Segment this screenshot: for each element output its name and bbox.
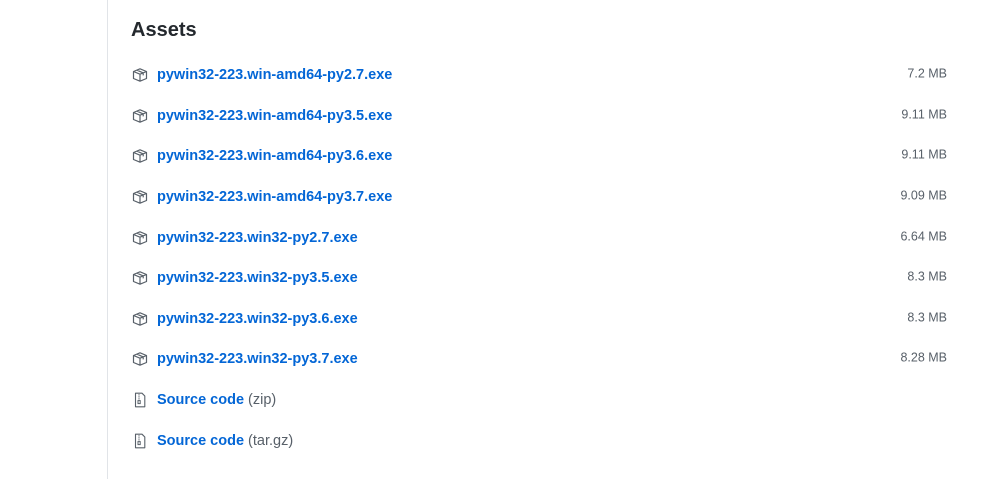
timeline-divider [107, 0, 108, 479]
asset-item: pywin32-223.win-amd64-py2.7.exe 7.2 MB [131, 55, 949, 96]
asset-size: 8.28 MB [900, 350, 947, 365]
package-icon [131, 107, 149, 125]
release-page: Assets pywin32-223.win-amd64-py2.7.exe 7… [0, 0, 1007, 479]
package-icon [131, 147, 149, 165]
asset-item: pywin32-223.win-amd64-py3.7.exe 9.09 MB [131, 177, 949, 218]
package-icon [131, 66, 149, 84]
asset-size: 9.09 MB [900, 188, 947, 203]
asset-size: 9.11 MB [901, 147, 947, 162]
asset-item: pywin32-223.win32-py2.7.exe 6.64 MB [131, 217, 949, 258]
asset-item: pywin32-223.win32-py3.5.exe 8.3 MB [131, 258, 949, 299]
asset-download-link[interactable]: pywin32-223.win-amd64-py3.7.exe [157, 189, 392, 205]
asset-item: pywin32-223.win32-py3.6.exe 8.3 MB [131, 299, 949, 340]
asset-size: 6.64 MB [900, 228, 947, 243]
asset-size: 7.2 MB [907, 66, 947, 81]
asset-list: pywin32-223.win-amd64-py2.7.exe 7.2 MB p… [131, 55, 949, 461]
asset-item: pywin32-223.win-amd64-py3.5.exe 9.11 MB [131, 96, 949, 137]
assets-heading: Assets [131, 19, 197, 41]
package-icon [131, 350, 149, 368]
asset-size: 8.3 MB [907, 310, 947, 325]
file-zip-icon [131, 432, 149, 450]
asset-item: pywin32-223.win32-py3.7.exe 8.28 MB [131, 339, 949, 380]
asset-item: pywin32-223.win-amd64-py3.6.exe 9.11 MB [131, 136, 949, 177]
package-icon [131, 188, 149, 206]
package-icon [131, 310, 149, 328]
asset-download-link[interactable]: pywin32-223.win-amd64-py2.7.exe [157, 67, 392, 83]
source-code-format: (tar.gz) [248, 432, 294, 449]
asset-download-link[interactable]: pywin32-223.win-amd64-py3.5.exe [157, 108, 392, 124]
source-code-targz-link[interactable]: Source code [157, 433, 244, 449]
asset-size: 9.11 MB [901, 107, 947, 122]
asset-download-link[interactable]: pywin32-223.win32-py3.7.exe [157, 351, 358, 367]
source-code-item: Source code (tar.gz) [131, 420, 949, 461]
source-code-format: (zip) [248, 392, 277, 409]
package-icon [131, 269, 149, 287]
asset-download-link[interactable]: pywin32-223.win32-py2.7.exe [157, 230, 358, 246]
source-code-zip-link[interactable]: Source code [157, 392, 244, 408]
file-zip-icon [131, 391, 149, 409]
package-icon [131, 229, 149, 247]
asset-download-link[interactable]: pywin32-223.win-amd64-py3.6.exe [157, 148, 392, 164]
source-code-item: Source code (zip) [131, 380, 949, 421]
asset-download-link[interactable]: pywin32-223.win32-py3.5.exe [157, 270, 358, 286]
asset-download-link[interactable]: pywin32-223.win32-py3.6.exe [157, 311, 358, 327]
asset-size: 8.3 MB [907, 269, 947, 284]
